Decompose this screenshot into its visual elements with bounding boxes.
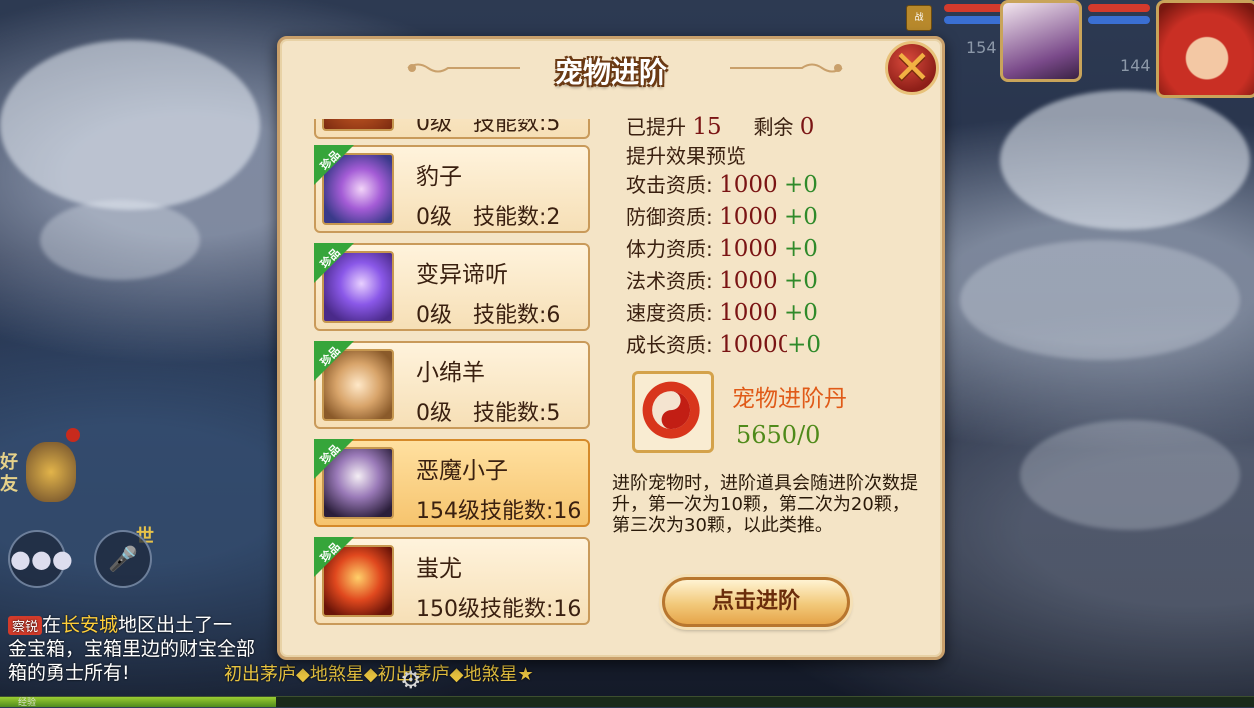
chat-place[interactable]: 长安城 [61,614,118,636]
pet-level: 0级 技能数:2 [416,205,561,230]
team-portrait-demon[interactable] [1000,0,1082,82]
remain-value: 0 [799,114,815,140]
pet-level: 154级技能数:16 [416,499,582,524]
stat-attack: 攻击资质: 1000 +0 [626,172,818,198]
friends-button[interactable]: 好友 [0,452,24,496]
chat-text: 在 [42,614,62,636]
battle-buff-icon[interactable]: 战 [906,5,932,31]
experience-bar: 经验 [0,696,1254,708]
pet-name: 小绵羊 [416,360,485,386]
settings-gear-icon[interactable]: ⚙ [400,666,422,694]
experience-label: 经验 [18,698,37,708]
upgrade-progress: 已提升 15 剩余 0 [626,111,926,143]
pet-card[interactable]: 珍品 蚩尤 150级技能数:16 [314,537,590,625]
advance-button[interactable]: 点击进阶 [662,577,850,627]
remain-label: 剩余 [753,115,794,139]
pet-card[interactable]: 0级 技能数:5 [314,119,590,139]
pet-level: 0级 技能数:6 [416,303,561,328]
chat-line-1: 察锐 在长安城地区出土了一 [8,610,232,637]
pet-level: 150级技能数:16 [416,597,582,622]
microphone-icon[interactable]: 🎤 [94,530,152,588]
team-hp-2: 144 [1120,56,1151,75]
pet-companion-icon [26,442,76,502]
pet-advance-dialog: 宠物进阶 ✕ 0级 技能数:5 珍品 豹子 0级 技能数:2 珍品 变异谛听 0… [277,36,945,660]
pet-level: 0级 技能数:5 [416,119,561,136]
raised-label: 已提升 [626,115,686,139]
pet-card-selected[interactable]: 珍品 恶魔小子 154级技能数:16 [314,439,590,527]
experience-fill [0,697,276,707]
pet-name: 蚩尤 [416,556,462,582]
chat-bubble-icon[interactable]: ●●● [8,530,73,588]
pet-avatar [322,119,394,131]
preview-label: 提升效果预览 [626,144,746,168]
snowy-tree-right [1000,90,1250,230]
team-bars-2 [1088,0,1150,24]
item-name: 宠物进阶丹 [732,386,847,412]
chat-line-2: 金宝箱，宝箱里边的财宝全部 [8,638,256,660]
pet-name: 恶魔小子 [416,458,508,484]
stat-growth: 成长资质: 10000+0 [626,332,822,358]
pet-card[interactable]: 珍品 豹子 0级 技能数:2 [314,145,590,233]
pet-card[interactable]: 珍品 变异谛听 0级 技能数:6 [314,243,590,331]
advance-description: 进阶宠物时，进阶道具会随进阶次数提升，第一次为10颗，第二次为20颗，第三次为3… [612,473,918,536]
stat-magic: 法术资质: 1000 +0 [626,268,818,294]
stat-speed: 速度资质: 1000 +0 [626,300,818,326]
pet-name: 豹子 [416,164,462,190]
snowy-tree-left-low [40,200,200,280]
snowy-tree-right-low [960,240,1240,360]
chat-tag: 察锐 [8,616,43,635]
advance-pill-slot[interactable] [632,371,714,453]
item-count: 5650/0 [736,421,821,449]
close-button[interactable]: ✕ [885,41,939,95]
red-dot-notification [66,428,80,442]
pet-list[interactable]: 0级 技能数:5 珍品 豹子 0级 技能数:2 珍品 变异谛听 0级 技能数:6… [310,119,596,627]
player-portrait[interactable] [1156,0,1254,98]
team-bars-1 [944,0,1006,24]
dialog-title-bar: 宠物进阶 ✕ [280,39,942,97]
chat-text: 地区出土了一 [118,614,233,636]
chat-line-3: 箱的勇士所有! [8,662,130,684]
title-marquee: 初出茅庐◆地煞星◆初出茅庐◆地煞星★ [224,664,534,685]
team-hp-1: 154 [966,38,997,57]
pet-card[interactable]: 珍品 小绵羊 0级 技能数:5 [314,341,590,429]
title-ornament-right-icon [730,63,843,73]
snowy-tree-left [0,40,260,210]
stat-stamina: 体力资质: 1000 +0 [626,236,818,262]
upgrade-stats: 已提升 15 剩余 0 提升效果预览 攻击资质: 1000 +0 防御资质: 1… [626,111,926,361]
raised-value: 15 [692,114,722,140]
pet-level: 0级 技能数:5 [416,401,561,426]
snowy-tree-right-bottom [1020,420,1240,530]
pet-name: 变异谛听 [416,262,508,288]
stat-defense: 防御资质: 1000 +0 [626,204,818,230]
yin-yang-pill-icon [642,381,700,439]
